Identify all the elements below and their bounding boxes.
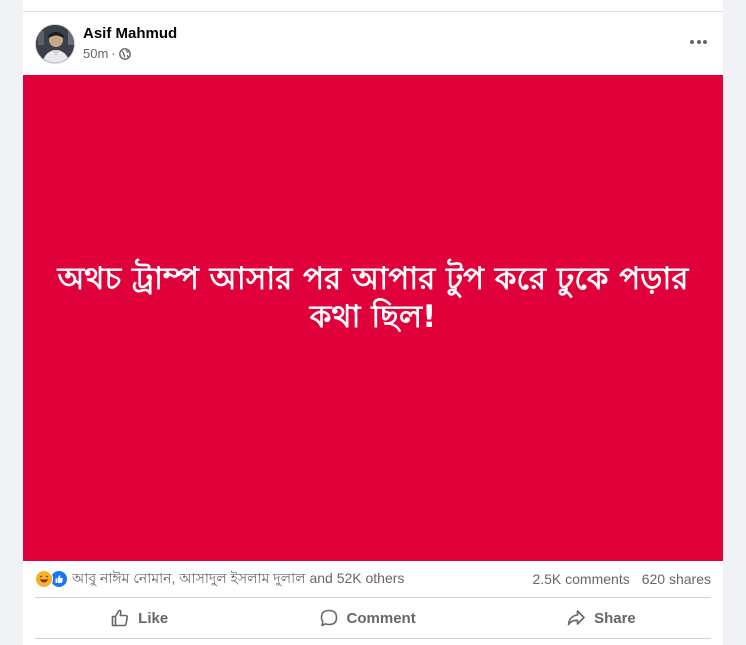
feed: Asif Mahmud 50m · অথচ ট্রাম্প আসার পর আপ…: [0, 0, 746, 645]
post-header: Asif Mahmud 50m ·: [23, 12, 723, 75]
globe-icon[interactable]: [118, 47, 131, 60]
share-label: Share: [594, 609, 636, 627]
action-bar: Like Comment Share: [35, 598, 711, 639]
comment-label: Comment: [346, 609, 416, 627]
like-label: Like: [138, 609, 169, 627]
post-image[interactable]: অথচ ট্রাম্প আসার পর আপার টুপ করে ঢুকে পড…: [23, 75, 723, 561]
reaction-icons: [35, 570, 68, 588]
thumbs-up-icon: [111, 609, 129, 627]
post-time[interactable]: 50m: [83, 46, 108, 61]
post-image-text: অথচ ট্রাম্প আসার পর আপার টুপ করে ঢুকে পড…: [57, 261, 689, 335]
more-options-icon[interactable]: [690, 32, 707, 52]
like-button[interactable]: Like: [96, 602, 182, 634]
post-meta: 50m ·: [83, 46, 131, 61]
post-stats: আবু নাঈম নোমান, আসাদুল ইসলাম দুলাল and 5…: [35, 561, 711, 598]
shares-count[interactable]: 620 shares: [642, 571, 711, 587]
comment-button[interactable]: Comment: [305, 602, 430, 634]
avatar[interactable]: [35, 24, 75, 64]
haha-icon: [35, 570, 53, 588]
comments-count[interactable]: 2.5K comments: [532, 571, 629, 587]
author-name[interactable]: Asif Mahmud: [83, 25, 177, 42]
engagement-counts: 2.5K comments 620 shares: [520, 571, 711, 587]
post-card: Asif Mahmud 50m · অথচ ট্রাম্প আসার পর আপ…: [23, 12, 723, 645]
reactions-summary[interactable]: আবু নাঈম নোমান, আসাদুল ইসলাম দুলাল and 5…: [35, 567, 404, 591]
share-button[interactable]: Share: [552, 602, 650, 634]
meta-separator: ·: [111, 46, 116, 61]
reactors-text: আবু নাঈম নোমান, আসাদুল ইসলাম দুলাল and 5…: [72, 570, 405, 586]
previous-post-edge: [23, 0, 723, 12]
comment-icon: [320, 609, 337, 627]
share-icon: [567, 610, 585, 626]
